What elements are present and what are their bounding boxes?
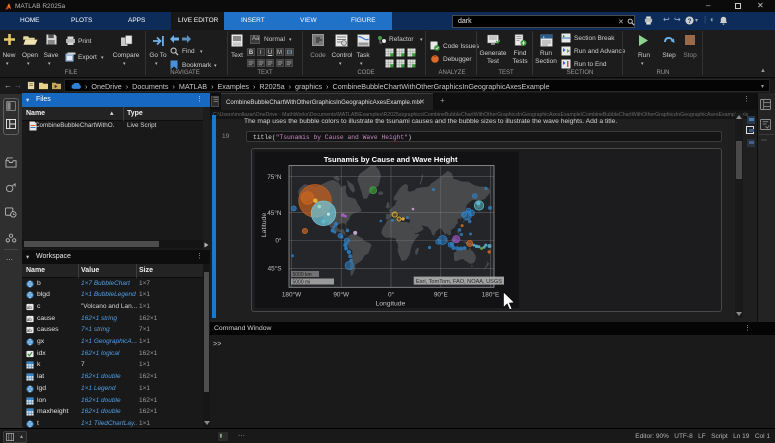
svg-text:ab: ab xyxy=(27,328,32,333)
svg-text:Tsunamis by Cause and Wave Hei: Tsunamis by Cause and Wave Height xyxy=(324,155,458,164)
svg-text:Latitude: Latitude xyxy=(261,213,268,237)
svg-text:45°N: 45°N xyxy=(267,209,282,217)
svg-text:?: ? xyxy=(688,18,692,25)
svg-text:45°S: 45°S xyxy=(268,265,282,273)
svg-text:90°W: 90°W xyxy=(333,291,350,299)
svg-text:180°W: 180°W xyxy=(282,291,302,299)
svg-text:75°N: 75°N xyxy=(267,173,282,181)
svg-text:90°E: 90°E xyxy=(434,291,448,299)
svg-text:ab: ab xyxy=(27,316,32,321)
svg-text:5000 km: 5000 km xyxy=(293,272,312,278)
svg-text:0°: 0° xyxy=(275,237,282,245)
svg-text:180°E: 180°E xyxy=(482,291,499,299)
svg-text:5000 mi: 5000 mi xyxy=(293,279,311,285)
svg-text:Esri, TomTom, FAO, NOAA, USGS: Esri, TomTom, FAO, NOAA, USGS xyxy=(416,279,502,285)
svg-text:0°: 0° xyxy=(388,291,395,299)
svg-text:ab: ab xyxy=(27,305,32,310)
svg-text:Longitude: Longitude xyxy=(375,301,405,308)
